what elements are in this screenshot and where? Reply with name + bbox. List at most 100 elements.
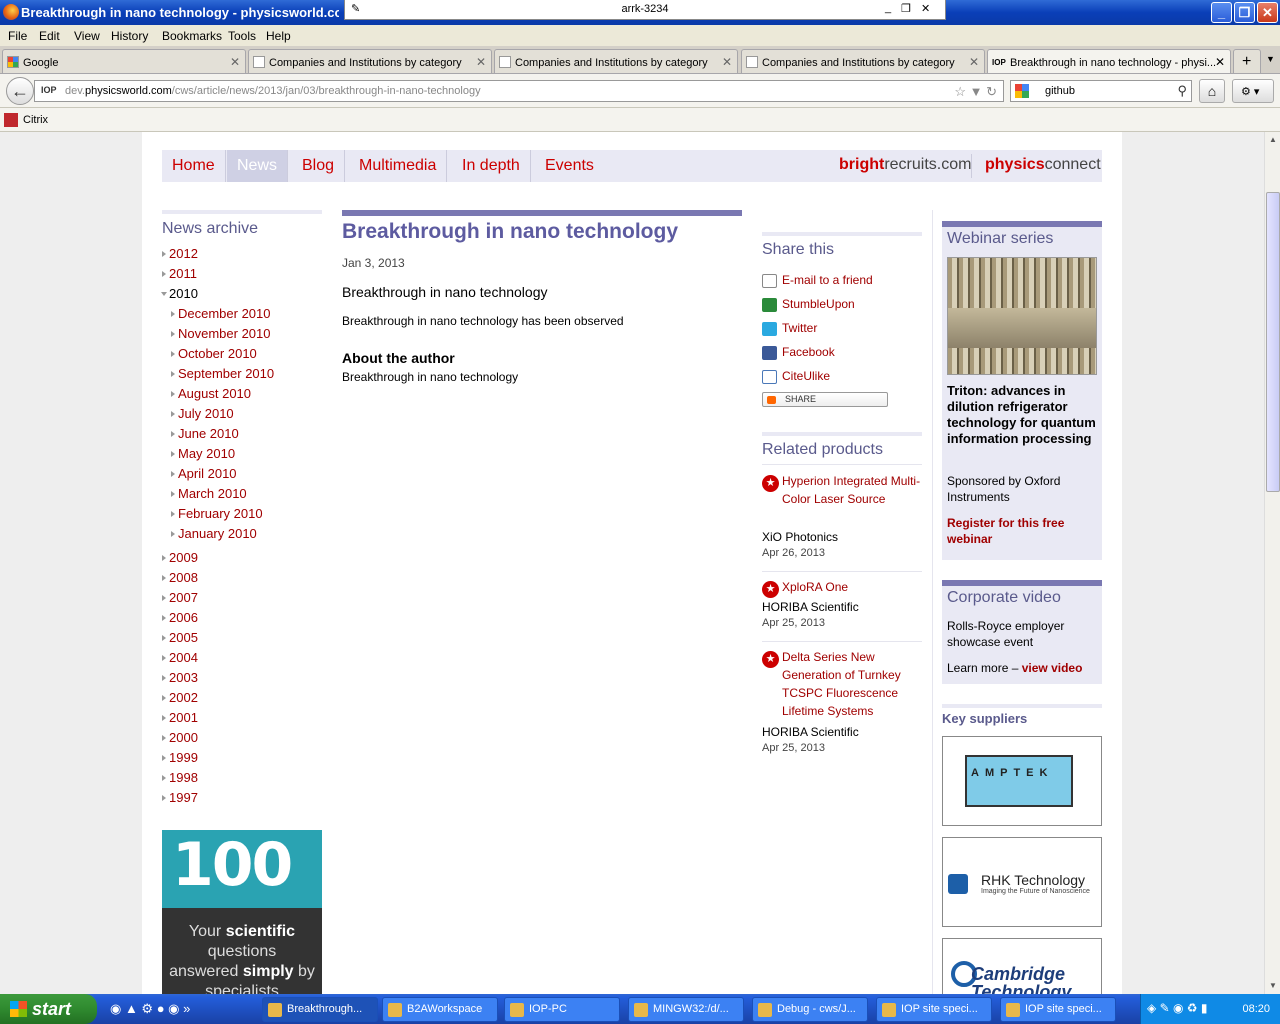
share-email-link[interactable]: E-mail to a friend [782, 273, 873, 287]
archive-month[interactable]: September 2010 [170, 366, 274, 381]
archive-month[interactable]: June 2010 [171, 426, 239, 441]
close-icon[interactable]: ✕ [921, 2, 930, 15]
100-second-science-banner[interactable]: 100 Your scientific questions answered s… [162, 830, 322, 994]
archive-year[interactable]: 2009 [162, 550, 198, 565]
home-button[interactable]: ⌂ [1199, 79, 1225, 103]
nav-events[interactable]: Events [535, 150, 604, 182]
scroll-up-icon[interactable]: ▲ [1266, 132, 1280, 148]
minimize-icon[interactable]: _ [885, 2, 891, 14]
archive-month[interactable]: April 2010 [171, 466, 237, 481]
archive-year[interactable]: 2008 [162, 570, 198, 585]
search-input[interactable]: github [1045, 85, 1075, 97]
archive-year[interactable]: 1998 [162, 770, 198, 785]
physicsconnect-link[interactable]: physicsconnect [985, 156, 1101, 174]
archive-month[interactable]: March 2010 [171, 486, 247, 501]
tab-list-icon[interactable]: ▼ [1266, 54, 1275, 64]
addon-button[interactable]: ⚙ ▾ [1232, 79, 1274, 103]
tab-google[interactable]: Google ✕ [2, 49, 246, 73]
tab-close-icon[interactable]: ✕ [476, 55, 486, 69]
archive-year[interactable]: 2001 [162, 710, 198, 725]
share-twitter-link[interactable]: Twitter [782, 321, 817, 335]
nav-news[interactable]: News [227, 150, 289, 182]
bookmark-star-icon[interactable]: ☆ [954, 84, 966, 99]
menu-history[interactable]: History [111, 29, 148, 43]
taskbar-item-firefox[interactable]: Breakthrough... [262, 997, 378, 1022]
tray-icons[interactable]: ◈ ✎ ◉ ♻ ▮ [1147, 1001, 1207, 1015]
vertical-scrollbar[interactable]: ▲ ▼ [1264, 132, 1280, 994]
share-citeulike-link[interactable]: CiteUlike [782, 369, 830, 383]
webinar-register-link[interactable]: Register for this free webinar [947, 515, 1097, 547]
close-button[interactable]: ✕ [1257, 2, 1278, 23]
remote-session-bar[interactable]: ✎ arrk-3234 _ ❐ ✕ [344, 0, 946, 20]
menu-help[interactable]: Help [266, 29, 291, 43]
view-video-link[interactable]: view video [1022, 661, 1083, 675]
archive-year[interactable]: 1997 [162, 790, 198, 805]
archive-year[interactable]: 2000 [162, 730, 198, 745]
tab-close-icon[interactable]: ✕ [230, 55, 240, 69]
related-product-link[interactable]: Delta Series New Generation of Turnkey T… [782, 648, 922, 720]
url-bar[interactable]: IOP dev.physicsworld.com/cws/article/new… [34, 80, 1004, 102]
webinar-title[interactable]: Triton: advances in dilution refrigerato… [947, 383, 1097, 447]
tab-companies-1[interactable]: Companies and Institutions by category ✕ [248, 49, 492, 73]
nav-in-depth[interactable]: In depth [452, 150, 531, 182]
archive-year-open[interactable]: 2010 [161, 286, 198, 301]
menu-edit[interactable]: Edit [39, 29, 60, 43]
archive-year[interactable]: 2006 [162, 610, 198, 625]
archive-year[interactable]: 2011 [162, 266, 197, 281]
archive-year[interactable]: 2005 [162, 630, 198, 645]
archive-month[interactable]: December 2010 [171, 306, 271, 321]
nav-blog[interactable]: Blog [292, 150, 346, 182]
taskbar-item-iop-pc[interactable]: IOP-PC [504, 997, 620, 1022]
related-product-link[interactable]: Hyperion Integrated Multi-Color Laser So… [782, 472, 922, 508]
history-dropdown-icon[interactable]: ▼ [970, 84, 983, 99]
webinar-image[interactable] [947, 257, 1097, 375]
supplier-cambridge[interactable]: Cambridge Technology [942, 938, 1102, 994]
archive-month[interactable]: August 2010 [170, 386, 251, 401]
share-stumbleupon-link[interactable]: StumbleUpon [782, 297, 855, 311]
archive-year[interactable]: 2003 [162, 670, 198, 685]
menu-file[interactable]: File [8, 29, 27, 43]
menu-bookmarks[interactable]: Bookmarks [162, 29, 222, 43]
taskbar-item-b2aworkspace[interactable]: B2AWorkspace [382, 997, 498, 1022]
magnifier-icon[interactable]: ⚲ [1177, 83, 1187, 99]
new-tab-button[interactable]: + [1233, 49, 1261, 73]
taskbar-item-word-1[interactable]: IOP site speci... [876, 997, 992, 1022]
taskbar-item-mingw32[interactable]: MINGW32:/d/... [628, 997, 744, 1022]
archive-month[interactable]: November 2010 [171, 326, 271, 341]
archive-month[interactable]: January 2010 [171, 526, 257, 541]
quicklaunch-icons[interactable]: ◉ ▲ ⚙ ● ◉ » [110, 1001, 190, 1017]
related-product-link[interactable]: XploRA One [782, 578, 922, 596]
archive-year[interactable]: 2012 [162, 246, 198, 261]
back-button[interactable]: ← [6, 77, 34, 105]
archive-month[interactable]: May 2010 [170, 446, 235, 461]
scroll-down-icon[interactable]: ▼ [1266, 978, 1280, 994]
menu-view[interactable]: View [74, 29, 100, 43]
addthis-share-button[interactable]: SHARE [762, 392, 888, 407]
start-button[interactable]: start [0, 994, 97, 1024]
tab-breakthrough[interactable]: IOP Breakthrough in nano technology - phy… [987, 49, 1231, 73]
google-search-icon[interactable] [1015, 84, 1029, 98]
supplier-amptek[interactable]: AMPTEK [942, 736, 1102, 826]
archive-year[interactable]: 1999 [162, 750, 198, 765]
tab-companies-3[interactable]: Companies and Institutions by category ✕ [741, 49, 985, 73]
tab-close-icon[interactable]: ✕ [1215, 55, 1225, 69]
share-facebook-link[interactable]: Facebook [782, 345, 835, 359]
clock[interactable]: 08:20 [1242, 1003, 1270, 1015]
restore-icon[interactable]: ❐ [901, 2, 911, 15]
reload-icon[interactable]: ↻ [986, 84, 997, 99]
tab-companies-2[interactable]: Companies and Institutions by category ✕ [494, 49, 738, 73]
taskbar-item-debug[interactable]: Debug - cws/J... [752, 997, 868, 1022]
menu-tools[interactable]: Tools [228, 29, 256, 43]
site-identity-badge[interactable]: IOP [41, 85, 57, 95]
maximize-button[interactable]: ❐ [1234, 2, 1255, 23]
minimize-button[interactable]: _ [1211, 2, 1232, 23]
supplier-rhk[interactable]: RHK Technology Imaging the Future of Nan… [942, 837, 1102, 927]
tab-close-icon[interactable]: ✕ [969, 55, 979, 69]
archive-year[interactable]: 2002 [162, 690, 198, 705]
nav-home[interactable]: Home [162, 150, 226, 182]
archive-month[interactable]: October 2010 [171, 346, 257, 361]
tab-close-icon[interactable]: ✕ [722, 55, 732, 69]
search-box[interactable]: github ⚲ [1010, 80, 1192, 102]
brightrecruits-link[interactable]: brightrecruits.com [839, 156, 971, 174]
archive-month[interactable]: July 2010 [171, 406, 234, 421]
